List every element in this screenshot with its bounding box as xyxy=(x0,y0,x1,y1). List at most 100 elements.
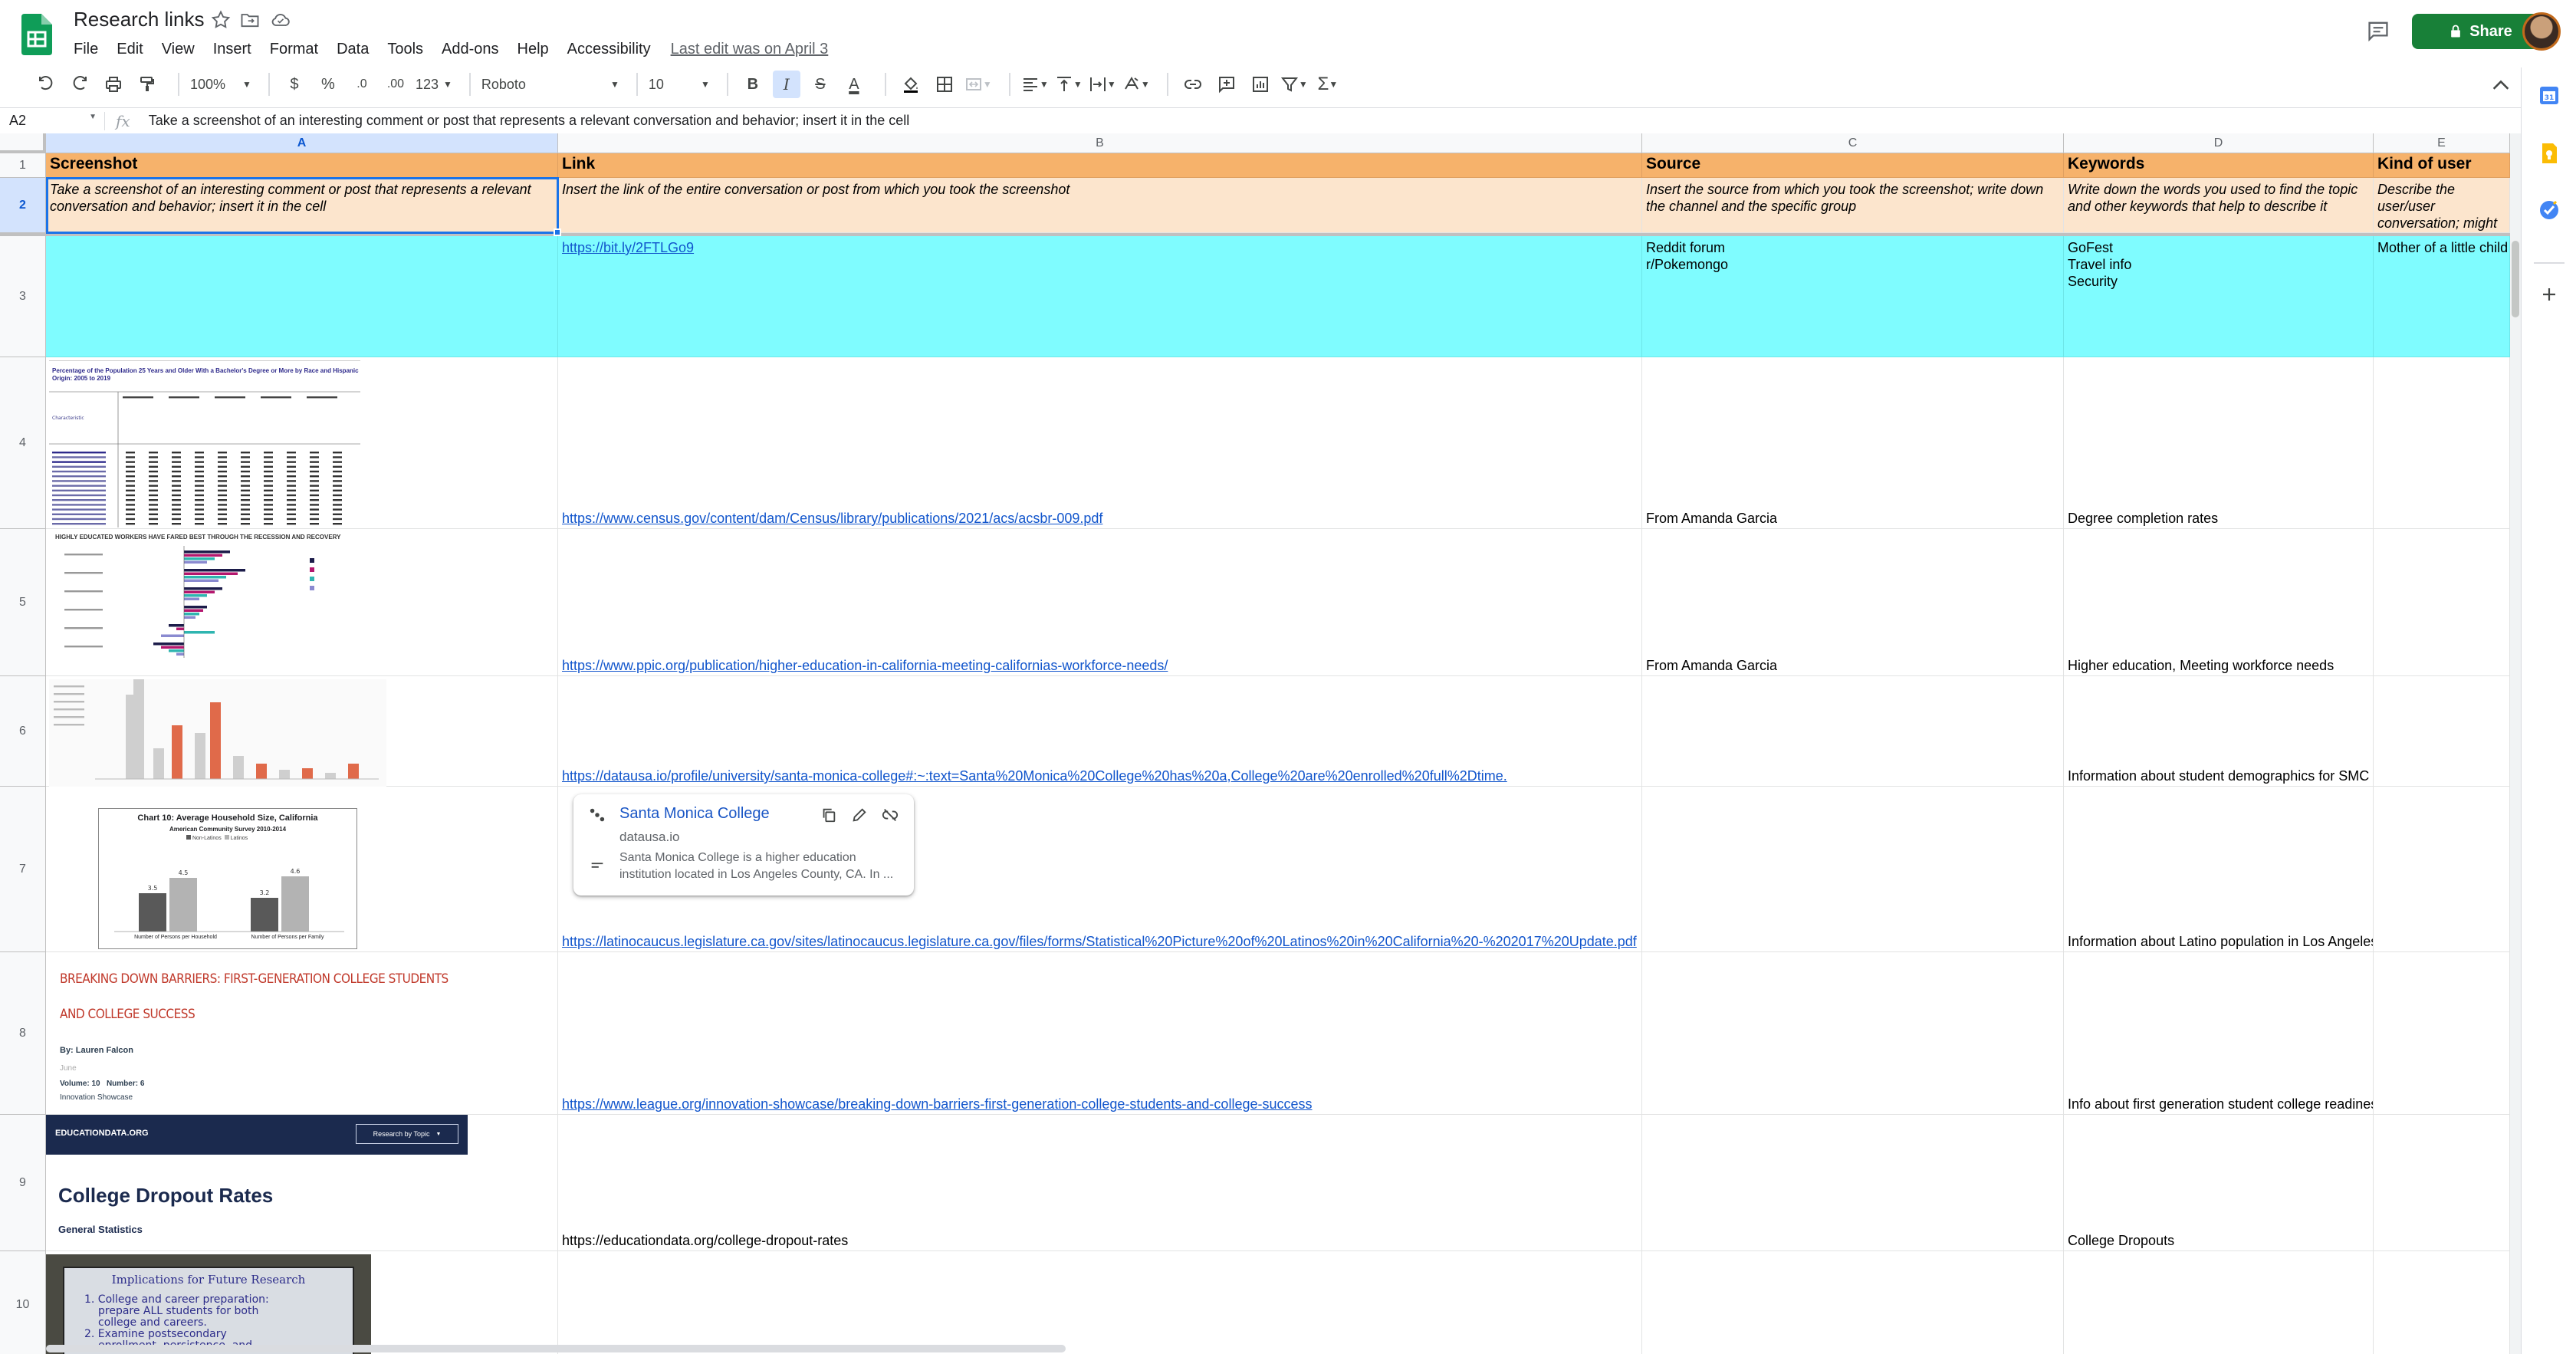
row-header-2[interactable]: 2 xyxy=(0,178,46,233)
kind-of-user-cell[interactable] xyxy=(2374,357,2510,529)
borders-button[interactable] xyxy=(931,71,958,98)
horizontal-align-button[interactable]: ▼ xyxy=(1021,71,1049,98)
italic-button[interactable]: I xyxy=(772,71,800,98)
row-header-1[interactable]: 1 xyxy=(0,153,46,178)
number-format-select[interactable]: 123 ▼ xyxy=(416,77,452,93)
row-header-4[interactable]: 4 xyxy=(0,357,46,529)
strikethrough-button[interactable]: S xyxy=(807,71,834,98)
row-header-6[interactable]: 6 xyxy=(0,676,46,787)
menu-addons[interactable]: Add-ons xyxy=(442,41,499,58)
keywords-cell[interactable]: Higher education, Meeting workforce need… xyxy=(2064,529,2374,676)
link-cell[interactable]: https://educationdata.org/college-dropou… xyxy=(558,1115,1642,1251)
comment-history-icon[interactable] xyxy=(2366,20,2390,41)
menu-accessibility[interactable]: Accessibility xyxy=(567,41,651,58)
column-header-a[interactable]: A xyxy=(46,133,558,153)
header-cell-kind-of-user[interactable]: Kind of user xyxy=(2374,153,2510,178)
barriers-article-screenshot[interactable]: BREAKING DOWN BARRIERS: FIRST-GENERATION… xyxy=(49,955,478,1113)
column-header-e[interactable]: E xyxy=(2374,133,2510,153)
bold-button[interactable]: B xyxy=(739,71,767,98)
kind-of-user-cell[interactable] xyxy=(2374,1115,2510,1251)
link-preview-card[interactable]: Santa Monica College datausa.io Santa Mo… xyxy=(573,794,914,896)
source-cell[interactable] xyxy=(1642,676,2064,787)
keep-icon[interactable] xyxy=(2537,141,2561,166)
keywords-cell[interactable]: Degree completion rates xyxy=(2064,357,2374,529)
instruction-cell-link[interactable]: Insert the link of the entire conversati… xyxy=(558,178,1642,233)
screenshot-cell[interactable] xyxy=(46,236,558,357)
formula-input[interactable]: Take a screenshot of an interesting comm… xyxy=(141,113,910,129)
insert-comment-button[interactable] xyxy=(1213,71,1240,98)
move-folder-icon[interactable] xyxy=(239,9,261,31)
merge-cells-button[interactable]: ▼ xyxy=(964,71,992,98)
link-url[interactable]: https://www.league.org/innovation-showca… xyxy=(562,1096,1313,1112)
kind-of-user-cell[interactable] xyxy=(2374,787,2510,952)
instruction-cell-source[interactable]: Insert the source from which you took th… xyxy=(1642,178,2064,233)
collapse-menus-icon[interactable] xyxy=(2490,75,2512,94)
source-cell[interactable] xyxy=(1642,787,2064,952)
fill-color-button[interactable] xyxy=(897,71,925,98)
name-box[interactable]: A2 ▼ xyxy=(0,113,104,129)
source-cell[interactable] xyxy=(1642,1251,2064,1354)
row-header-3[interactable]: 3 xyxy=(0,236,46,357)
star-icon[interactable] xyxy=(210,9,232,31)
row-header-8[interactable]: 8 xyxy=(0,952,46,1115)
text-color-button[interactable]: A xyxy=(840,71,868,98)
source-cell[interactable]: From Amanda Garcia xyxy=(1642,357,2064,529)
decrease-decimal-button[interactable]: .0 xyxy=(348,71,376,98)
header-cell-link[interactable]: Link xyxy=(558,153,1642,178)
column-header-d[interactable]: D xyxy=(2064,133,2374,153)
menu-file[interactable]: File xyxy=(74,41,98,58)
fill-handle[interactable] xyxy=(554,228,561,236)
sheets-logo-icon[interactable] xyxy=(21,14,52,55)
insert-link-button[interactable] xyxy=(1179,71,1207,98)
keywords-cell[interactable] xyxy=(2064,1251,2374,1354)
menu-view[interactable]: View xyxy=(162,41,195,58)
row-header-7[interactable]: 7 xyxy=(0,787,46,952)
kind-of-user-cell[interactable] xyxy=(2374,529,2510,676)
instruction-cell-screenshot[interactable]: Take a screenshot of an interesting comm… xyxy=(46,178,558,233)
educationdata-screenshot[interactable]: EDUCATIONDATA.ORG Research by Topic ▼ Col… xyxy=(46,1115,468,1251)
menu-help[interactable]: Help xyxy=(518,41,549,58)
header-cell-keywords[interactable]: Keywords xyxy=(2064,153,2374,178)
link-url[interactable]: https://latinocaucus.legislature.ca.gov/… xyxy=(562,933,1637,950)
link-cell[interactable] xyxy=(558,1251,1642,1354)
row-header-10[interactable]: 10 xyxy=(0,1251,46,1354)
filter-button[interactable]: ▼ xyxy=(1280,71,1308,98)
keywords-cell[interactable]: GoFest Travel info Security xyxy=(2064,236,2374,357)
redo-button[interactable] xyxy=(66,71,94,98)
account-avatar[interactable] xyxy=(2522,12,2561,51)
copy-link-icon[interactable] xyxy=(820,807,837,823)
zoom-select[interactable]: 100% ▼ xyxy=(190,77,251,93)
keywords-cell[interactable]: College Dropouts xyxy=(2064,1115,2374,1251)
kind-of-user-cell[interactable]: Mother of a little child xyxy=(2374,236,2510,357)
header-cell-screenshot[interactable]: Screenshot xyxy=(46,153,558,178)
keywords-cell[interactable]: Info about first generation student coll… xyxy=(2064,952,2374,1115)
row-header-5[interactable]: 5 xyxy=(0,529,46,676)
currency-format-button[interactable]: $ xyxy=(281,71,308,98)
link-cell[interactable]: https://www.league.org/innovation-showca… xyxy=(558,952,1642,1115)
menu-tools[interactable]: Tools xyxy=(387,41,423,58)
calendar-icon[interactable]: 31 xyxy=(2537,83,2561,107)
research-slide-photo[interactable]: Implications for Future Research 1. Coll… xyxy=(46,1254,371,1354)
vertical-scrollbar[interactable] xyxy=(2510,133,2521,1354)
percent-format-button[interactable]: % xyxy=(314,71,342,98)
select-all-corner[interactable] xyxy=(0,133,46,153)
document-title[interactable]: Research links xyxy=(74,8,205,31)
link-url[interactable]: https://bit.ly/2FTLGo9 xyxy=(562,240,694,255)
column-header-c[interactable]: C xyxy=(1642,133,2064,153)
kind-of-user-cell[interactable] xyxy=(2374,952,2510,1115)
insert-chart-button[interactable] xyxy=(1247,71,1274,98)
link-cell[interactable]: https://www.ppic.org/publication/higher-… xyxy=(558,529,1642,676)
link-cell[interactable]: https://datausa.io/profile/university/sa… xyxy=(558,676,1642,787)
edit-link-icon[interactable] xyxy=(851,807,868,823)
paint-format-button[interactable] xyxy=(133,71,161,98)
tasks-icon[interactable] xyxy=(2537,198,2561,222)
column-header-b[interactable]: B xyxy=(558,133,1642,153)
remove-link-icon[interactable] xyxy=(882,807,899,823)
horizontal-scroll-thumb[interactable] xyxy=(46,1345,1066,1352)
link-url[interactable]: https://www.ppic.org/publication/higher-… xyxy=(562,657,1168,674)
census-table-screenshot[interactable]: Percentage of the Population 25 Years an… xyxy=(49,360,360,527)
instruction-cell-keywords[interactable]: Write down the words you used to find th… xyxy=(2064,178,2374,233)
font-family-select[interactable]: Roboto ▼ xyxy=(481,77,619,93)
link-url[interactable]: https://datausa.io/profile/university/sa… xyxy=(562,767,1507,784)
increase-decimal-button[interactable]: .00 xyxy=(382,71,409,98)
